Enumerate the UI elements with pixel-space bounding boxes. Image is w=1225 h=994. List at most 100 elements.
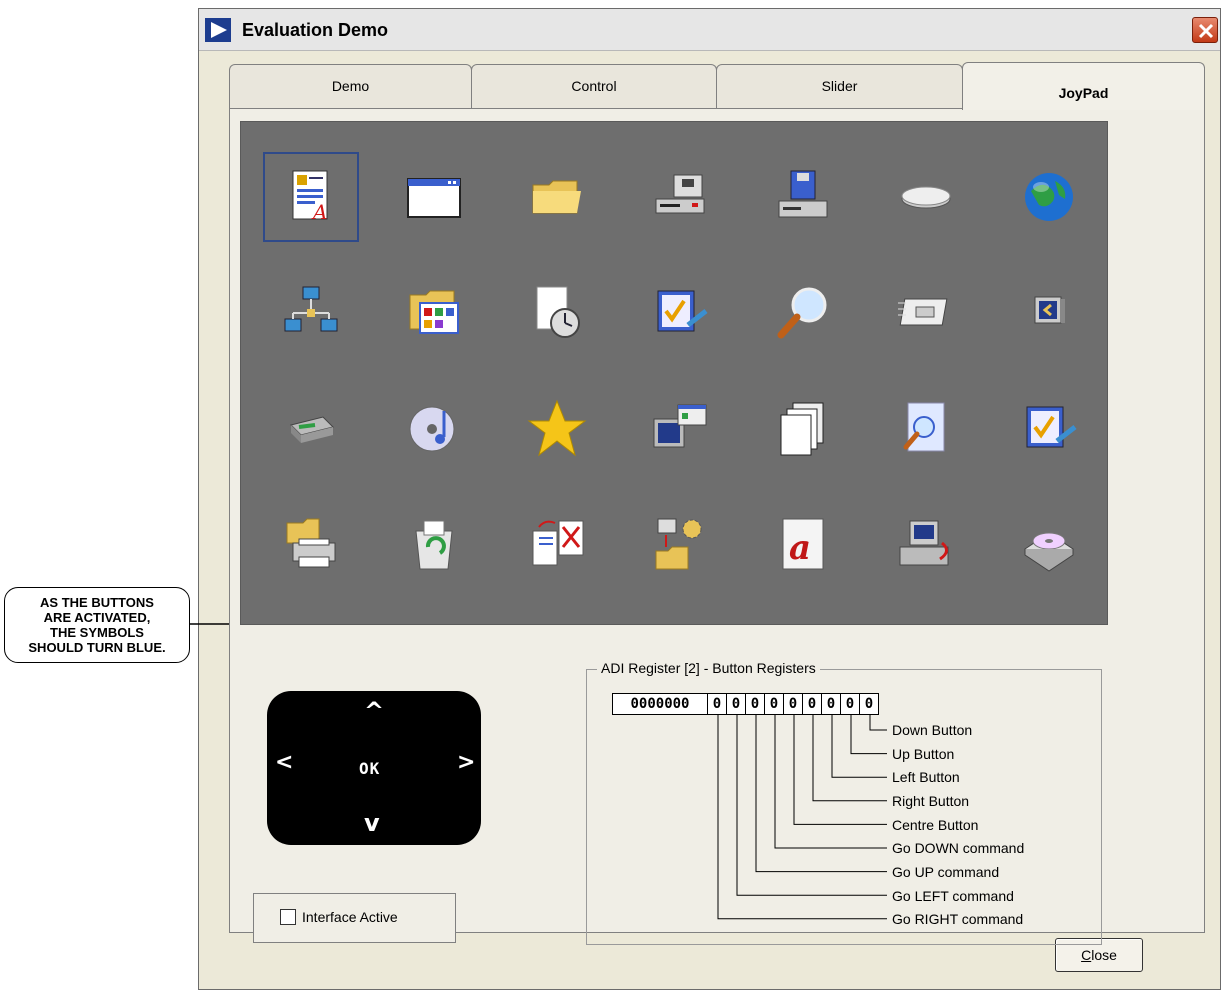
magnifier-icon <box>777 287 827 339</box>
icon-grid-item[interactable] <box>878 500 974 590</box>
font-a-icon: a <box>782 518 824 570</box>
tab-label: Slider <box>821 78 858 94</box>
icon-grid-item[interactable]: A <box>263 152 359 242</box>
globe-icon <box>1025 173 1073 221</box>
icon-grid-item[interactable] <box>755 384 851 474</box>
app-logo-icon <box>205 18 231 42</box>
register-label: Down Button <box>892 722 973 738</box>
tab-demo[interactable]: Demo <box>229 64 472 108</box>
callout-line: SHOULD TURN BLUE. <box>28 640 166 655</box>
icon-grid-item[interactable] <box>1001 500 1097 590</box>
joypad-right-button[interactable]: > <box>457 750 475 775</box>
svg-text:a: a <box>789 528 811 568</box>
computer-icon <box>778 170 828 218</box>
evaluation-demo-window: Evaluation Demo Demo Control Slider JoyP… <box>198 8 1221 990</box>
window-close-button[interactable] <box>1192 17 1218 43</box>
icon-grid-item[interactable] <box>263 500 359 590</box>
icon-grid-item[interactable] <box>878 384 974 474</box>
joypad-left-button[interactable]: < <box>275 750 293 775</box>
icon-grid-item[interactable] <box>386 152 482 242</box>
check-edit-icon <box>1026 406 1077 448</box>
window-client: Demo Control Slider JoyPad Aa ^ < OK > v… <box>199 52 1220 989</box>
icon-grid-item[interactable] <box>386 268 482 358</box>
icon-grid-item[interactable] <box>1001 384 1097 474</box>
document-copy-icon <box>532 520 584 566</box>
network-icon <box>284 286 338 332</box>
svg-text:A: A <box>311 200 327 224</box>
joypad-ok-button[interactable]: OK <box>359 759 380 778</box>
computer-restore-icon <box>899 520 949 566</box>
icon-grid-item[interactable] <box>632 152 728 242</box>
icon-grid-item[interactable] <box>755 152 851 242</box>
icon-grid-item[interactable] <box>263 384 359 474</box>
callout-line: AS THE BUTTONS <box>40 595 154 610</box>
icon-grid-item[interactable] <box>1001 268 1097 358</box>
cd-drive-icon <box>1024 532 1074 572</box>
card-icon <box>898 298 948 326</box>
tab-label: Demo <box>331 78 370 94</box>
icon-grid-item[interactable] <box>878 268 974 358</box>
icon-grid-item[interactable] <box>1001 152 1097 242</box>
tab-joypad[interactable]: JoyPad <box>962 62 1205 110</box>
icon-grid-item[interactable] <box>263 268 359 358</box>
icon-grid-item[interactable] <box>509 500 605 590</box>
tab-slider[interactable]: Slider <box>716 64 963 108</box>
joypad-tab-panel: Aa ^ < OK > v Interface Active ADI Regis… <box>229 108 1205 945</box>
star-icon <box>527 399 587 457</box>
icon-grid-item[interactable]: a <box>755 500 851 590</box>
close-icon <box>1198 23 1214 39</box>
button-register-group: ADI Register [2] - Button Registers 0000… <box>586 660 1102 945</box>
monitor-icon <box>1034 296 1065 324</box>
joypad-down-button[interactable]: v <box>364 809 380 837</box>
close-button-label: Close <box>1081 947 1117 963</box>
drive-icon <box>655 174 705 214</box>
tab-control[interactable]: Control <box>471 64 717 108</box>
register-label: Left Button <box>892 769 960 785</box>
icon-grid-item[interactable] <box>509 152 605 242</box>
icon-grid: Aa <box>240 121 1108 625</box>
icon-grid-item[interactable] <box>386 384 482 474</box>
display-properties-icon <box>653 404 707 448</box>
callout-line: THE SYMBOLS <box>50 625 144 640</box>
printer-icon <box>286 518 336 568</box>
network-folder-icon <box>655 518 702 570</box>
icon-grid-item[interactable] <box>755 268 851 358</box>
tab-label: Control <box>571 78 617 94</box>
register-leader-lines <box>717 715 887 920</box>
icon-grid-item[interactable] <box>878 152 974 242</box>
disk-icon <box>901 186 951 209</box>
register-label: Go RIGHT command <box>892 911 1024 927</box>
search-document-icon <box>903 402 945 452</box>
document-icon: A <box>292 170 328 224</box>
recycle-bin-icon <box>415 520 453 570</box>
window-icon <box>407 178 461 218</box>
icon-grid-item[interactable] <box>386 500 482 590</box>
window-title: Evaluation Demo <box>242 20 389 40</box>
icon-grid-item[interactable] <box>509 384 605 474</box>
register-label: Right Button <box>892 793 970 809</box>
clock-document-icon <box>536 286 580 338</box>
interface-active-checkbox[interactable] <box>280 909 296 925</box>
interface-active-label: Interface Active <box>302 909 398 925</box>
scanner-icon <box>290 416 334 443</box>
icon-grid-item[interactable] <box>509 268 605 358</box>
register-label: Centre Button <box>892 817 979 833</box>
cd-music-icon <box>409 406 455 452</box>
icon-grid-item[interactable] <box>632 384 728 474</box>
register-label: Go LEFT command <box>892 888 1014 904</box>
icon-grid-item[interactable] <box>632 268 728 358</box>
register-label: Up Button <box>892 746 955 762</box>
joypad-up-button[interactable]: ^ <box>364 697 384 725</box>
annotation-callout: AS THE BUTTONS ARE ACTIVATED, THE SYMBOL… <box>4 587 190 663</box>
joypad: ^ < OK > v <box>267 691 481 845</box>
folder-programs-icon <box>409 290 459 334</box>
check-edit-icon <box>657 290 708 332</box>
title-bar: Evaluation Demo <box>199 9 1220 51</box>
register-label: Go UP command <box>892 864 1000 880</box>
folder-icon <box>532 180 581 214</box>
interface-active-group: Interface Active <box>253 893 456 943</box>
pages-icon <box>780 402 824 456</box>
register-label: Go DOWN command <box>892 840 1025 856</box>
callout-line: ARE ACTIVATED, <box>43 610 151 625</box>
icon-grid-item[interactable] <box>632 500 728 590</box>
